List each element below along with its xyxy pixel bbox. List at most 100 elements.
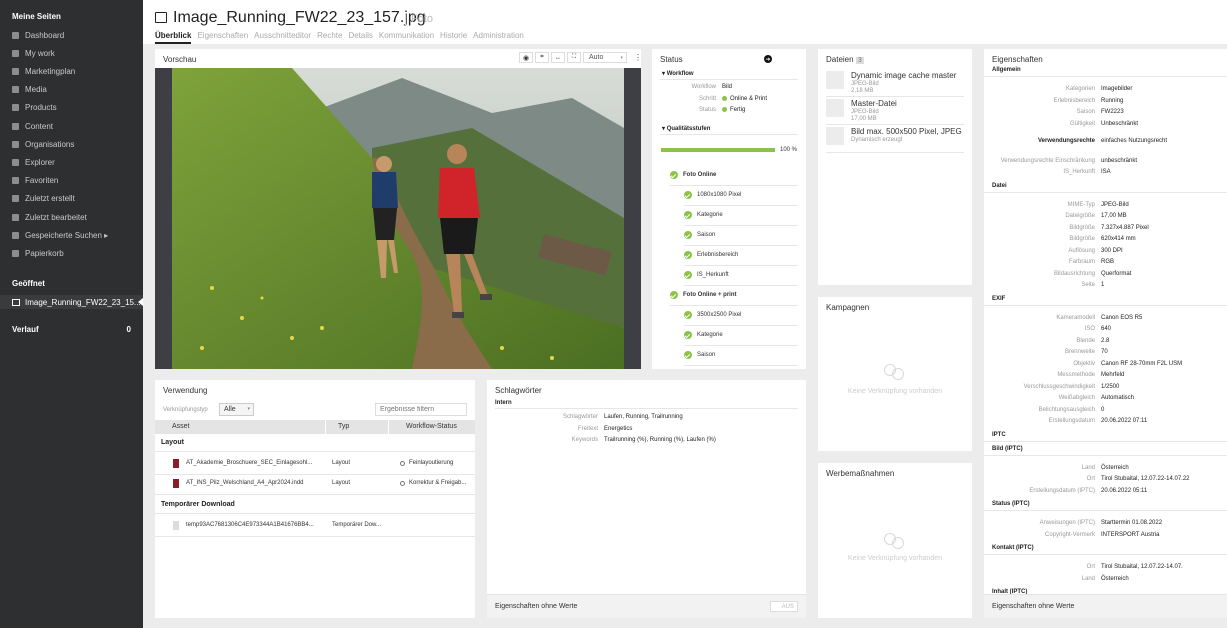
empty-values-toggle[interactable]: AUS bbox=[770, 601, 798, 612]
table-row[interactable]: temp93AC7681306C4E973344A1B41676BB4... Te… bbox=[155, 519, 475, 537]
clock-icon bbox=[12, 195, 19, 203]
property-value: 1/2500 bbox=[1101, 383, 1120, 390]
property-label: Kategorien bbox=[1065, 86, 1095, 92]
table-row[interactable]: AT_Akademie_Broschuere_SEC_Einlagesohl..… bbox=[155, 457, 475, 475]
tab-item[interactable]: Administration bbox=[473, 31, 524, 44]
tab-item[interactable]: Ausschnitteditor bbox=[254, 31, 311, 44]
measures-title: Werbemaßnahmen bbox=[826, 469, 895, 478]
column-header-workflow-status[interactable]: Workflow-Status bbox=[406, 423, 457, 430]
sidebar-item[interactable]: Products bbox=[12, 101, 57, 115]
sidebar-item[interactable]: Gespeicherte Suchen ▸ bbox=[12, 228, 108, 242]
preview-image[interactable] bbox=[172, 68, 624, 369]
tab-item[interactable]: Historie bbox=[440, 31, 467, 44]
expand-horizontal-icon[interactable]: ↔ bbox=[551, 52, 565, 63]
arrow-circle-icon[interactable]: ➜ bbox=[764, 55, 772, 63]
tab-item[interactable]: Kommunikation bbox=[379, 31, 434, 44]
property-label: Weißabgleich bbox=[1058, 395, 1095, 401]
sidebar-item[interactable]: Content bbox=[12, 119, 53, 133]
sidebar-item-label: Content bbox=[25, 121, 54, 131]
property-value: Österreich bbox=[1101, 575, 1129, 582]
usage-panel: Verwendung Verknüpfungstyp Alle ▾ Asset T… bbox=[155, 380, 475, 618]
chart-icon bbox=[12, 67, 19, 75]
sidebar-heading: Meine Seiten bbox=[12, 12, 61, 21]
file-name[interactable]: Dynamic image cache master bbox=[851, 71, 956, 80]
file-name[interactable]: Bild max. 500x500 Pixel, JPEG bbox=[851, 127, 962, 136]
eye-icon[interactable]: ◉ bbox=[519, 52, 533, 63]
tab-item[interactable]: Details bbox=[348, 31, 372, 44]
sidebar-item[interactable]: Papierkorb bbox=[12, 246, 64, 260]
sidebar-item[interactable]: Favoriten bbox=[12, 174, 58, 188]
usage-asset-name: AT_INS_Pilz_Welschland_A4_Apr2024.indd bbox=[186, 480, 304, 486]
quality-check-label: Saison bbox=[697, 352, 716, 358]
usage-filter-select[interactable]: Alle ▾ bbox=[219, 403, 254, 416]
file-type: Dynamisch erzeugt bbox=[851, 137, 903, 143]
property-label: Anweisungen (IPTC) bbox=[1039, 520, 1095, 526]
file-name[interactable]: Master-Datei bbox=[851, 99, 897, 108]
property-section-heading: Datei bbox=[992, 182, 1007, 189]
property-section-heading: EXIF bbox=[992, 295, 1006, 302]
property-value: Querformat bbox=[1101, 270, 1132, 277]
column-header-type[interactable]: Typ bbox=[338, 423, 349, 430]
page-title: Image_Running_FW22_23_157.jpg bbox=[173, 9, 426, 26]
keyword-field-value: Energetics bbox=[604, 425, 633, 432]
sidebar-item[interactable]: Media bbox=[12, 83, 47, 97]
workflow-heading[interactable]: ▾ Workflow bbox=[662, 70, 694, 77]
keyword-field-value: Laufen, Running, Trailrunning bbox=[604, 414, 683, 420]
file-thumbnail-icon[interactable] bbox=[826, 99, 844, 117]
sidebar-item-label: Marketingplan bbox=[25, 66, 76, 76]
property-value: 70 bbox=[1101, 349, 1108, 355]
campaigns-empty: Keine Verknüpfung vorhanden bbox=[847, 388, 943, 395]
sidebar-open-item[interactable]: Image_Running_FW22_23_15... bbox=[0, 295, 143, 309]
property-value: Starttermin 01.08.2022 bbox=[1101, 520, 1163, 526]
workflow-field-label: Workflow bbox=[691, 84, 716, 90]
sidebar-item[interactable]: Zuletzt erstellt bbox=[12, 192, 75, 206]
workflow-field-value-text: Online & Print bbox=[730, 95, 768, 102]
fullscreen-icon[interactable]: ⛶ bbox=[567, 52, 581, 63]
preview-toolbar: ◉ ⌗ ↔ ⛶ Auto ▾ ⋮ bbox=[519, 52, 643, 63]
property-label: Bildgröße bbox=[1069, 236, 1095, 242]
file-thumbnail-icon[interactable] bbox=[826, 127, 844, 145]
property-label: Copyright-Vermerk bbox=[1044, 531, 1095, 538]
sidebar-item-label: My work bbox=[25, 48, 55, 58]
more-icon[interactable]: ⋮ bbox=[633, 52, 643, 63]
sidebar-item[interactable]: Zuletzt bearbeitet bbox=[12, 210, 87, 224]
sidebar-item[interactable]: My work bbox=[12, 46, 55, 60]
property-label: Ort bbox=[1086, 476, 1095, 482]
file-size: 2,18 MB bbox=[851, 88, 874, 94]
quality-heading[interactable]: ▾ Qualitätsstufen bbox=[662, 125, 710, 132]
property-value: Österreich bbox=[1101, 464, 1129, 471]
property-value: RGB bbox=[1101, 259, 1115, 265]
column-header-asset[interactable]: Asset bbox=[172, 423, 190, 430]
tab-item[interactable]: Rechte bbox=[317, 31, 342, 44]
crop-icon[interactable]: ⌗ bbox=[535, 52, 549, 63]
property-value: unbeschränkt bbox=[1101, 157, 1138, 164]
sidebar-history-heading[interactable]: Verlauf bbox=[12, 325, 39, 334]
sidebar-item[interactable]: Explorer bbox=[12, 155, 55, 169]
zoom-select[interactable]: Auto ▾ bbox=[583, 52, 627, 63]
check-circle-icon bbox=[684, 251, 692, 259]
sidebar-item[interactable]: Marketingplan bbox=[12, 64, 75, 78]
property-value: 2.8 bbox=[1101, 337, 1110, 344]
file-type: JPEG-Bild bbox=[851, 81, 879, 87]
property-label: Erstellungsdatum bbox=[1048, 418, 1095, 424]
empty-values-toggle-label: AUS bbox=[781, 603, 794, 610]
sidebar-item-label: Favoriten bbox=[25, 176, 59, 186]
sidebar-item[interactable]: Dashboard bbox=[12, 28, 64, 42]
history-count: 0 bbox=[126, 325, 131, 334]
properties-panel: Eigenschaften Allgemein Kategorien Imagebi… bbox=[984, 49, 1227, 618]
table-row[interactable]: AT_INS_Pilz_Welschland_A4_Apr2024.indd La… bbox=[155, 477, 475, 495]
sidebar-item[interactable]: Organisations bbox=[12, 137, 74, 151]
tab-item[interactable]: Eigenschaften bbox=[197, 31, 248, 44]
property-label: Erlebnisbereich bbox=[1053, 97, 1095, 104]
property-value: 7.327x4.887 Pixel bbox=[1101, 224, 1149, 231]
quality-check-label: Erlebnisbereich bbox=[697, 252, 739, 258]
tab-item[interactable]: Überblick bbox=[155, 31, 192, 44]
quality-progress-bar bbox=[661, 148, 775, 152]
workflow-field-value: Fertig bbox=[722, 107, 745, 113]
property-label: Brennweite bbox=[1064, 349, 1095, 355]
quality-progress-fill bbox=[661, 148, 775, 152]
usage-search-input[interactable] bbox=[375, 403, 467, 416]
file-thumbnail-icon[interactable] bbox=[826, 71, 844, 89]
preview-panel: Vorschau ◉ ⌗ ↔ ⛶ Auto ▾ ⋮ bbox=[155, 49, 643, 369]
property-label: Erstellungsdatum (IPTC) bbox=[1029, 487, 1095, 494]
